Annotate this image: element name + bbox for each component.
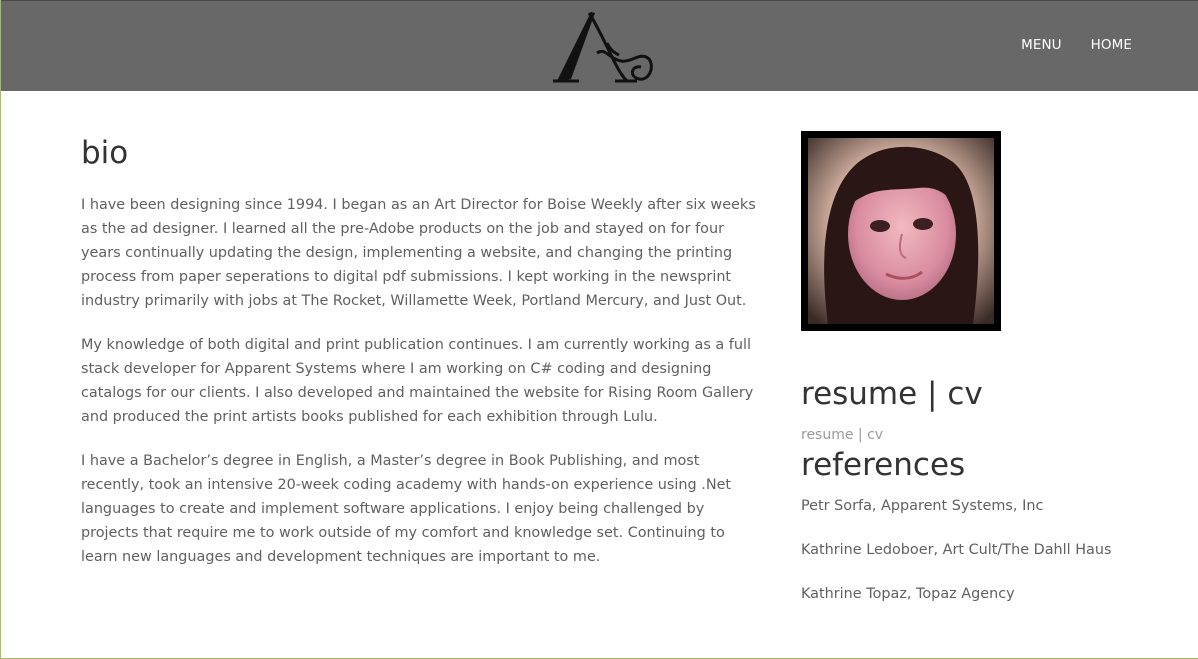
nav-home-link[interactable]: HOME (1091, 37, 1132, 53)
bio-heading: bio (81, 135, 129, 171)
bio-paragraph-2: My knowledge of both digital and print p… (81, 337, 754, 425)
site-logo[interactable] (549, 7, 655, 87)
site-header: MENU HOME (0, 0, 1198, 91)
resume-cv-link[interactable]: resume | cv (801, 426, 1141, 444)
bio-section: bio I have been designing since 1994. I … (81, 131, 765, 589)
bio-paragraph-1: I have been designing since 1994. I bega… (81, 197, 756, 309)
main-nav: MENU HOME (1021, 37, 1132, 53)
sidebar: resume | cv resume | cv references Petr … (801, 131, 1141, 628)
script-a-monogram-logo (553, 12, 653, 83)
references-heading: references (801, 447, 966, 483)
reference-item: Kathrine Ledoboer, Art Cult/The Dahll Ha… (801, 542, 1112, 558)
profile-photo (801, 131, 1001, 331)
bio-paragraph-3: I have a Bachelor’s degree in English, a… (81, 453, 732, 565)
reference-item: Petr Sorfa, Apparent Systems, Inc (801, 498, 1044, 514)
portrait-image (808, 138, 994, 324)
reference-item: Kathrine Topaz, Topaz Agency (801, 586, 1015, 602)
resume-heading: resume | cv (801, 376, 983, 412)
nav-menu-link[interactable]: MENU (1021, 37, 1062, 53)
